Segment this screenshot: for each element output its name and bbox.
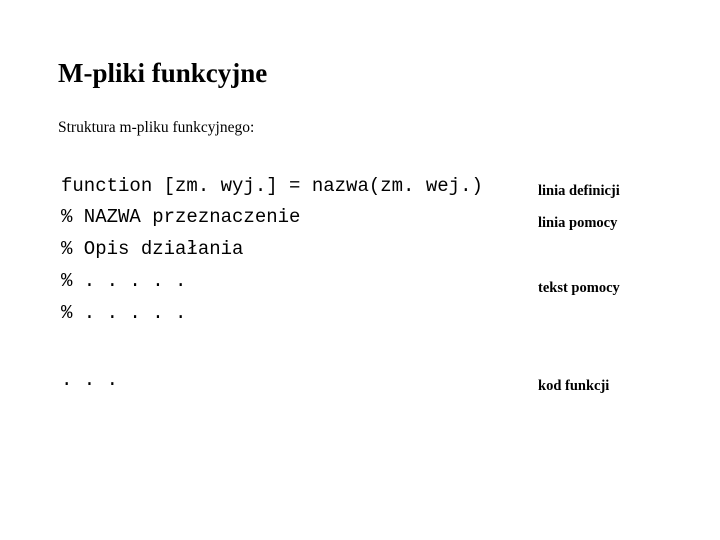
code-line-help-dots-2: % . . . . . (61, 302, 187, 324)
annotation-help-line: linia pomocy (538, 215, 618, 231)
annotation-function-code: kod funkcji (538, 378, 610, 394)
code-line-help-dots-1: % . . . . . (61, 270, 187, 292)
slide-canvas: M-pliki funkcyjne Struktura m-pliku funk… (0, 0, 720, 540)
slide-subtitle: Struktura m-pliku funkcyjnego: (58, 119, 255, 136)
code-line-function-definition: function [zm. wyj.] = nazwa(zm. wej.) (61, 175, 483, 197)
annotation-help-text: tekst pomocy (538, 280, 620, 296)
code-line-help-description: % Opis działania (61, 238, 244, 260)
code-line-help-name: % NAZWA przeznaczenie (61, 206, 301, 228)
annotation-definition-line: linia definicji (538, 183, 620, 199)
code-line-body-dots: . . . (61, 369, 119, 391)
code-block: function [zm. wyj.] = nazwa(zm. wej.) % … (61, 176, 521, 391)
page-title: M-pliki funkcyjne (58, 58, 268, 88)
